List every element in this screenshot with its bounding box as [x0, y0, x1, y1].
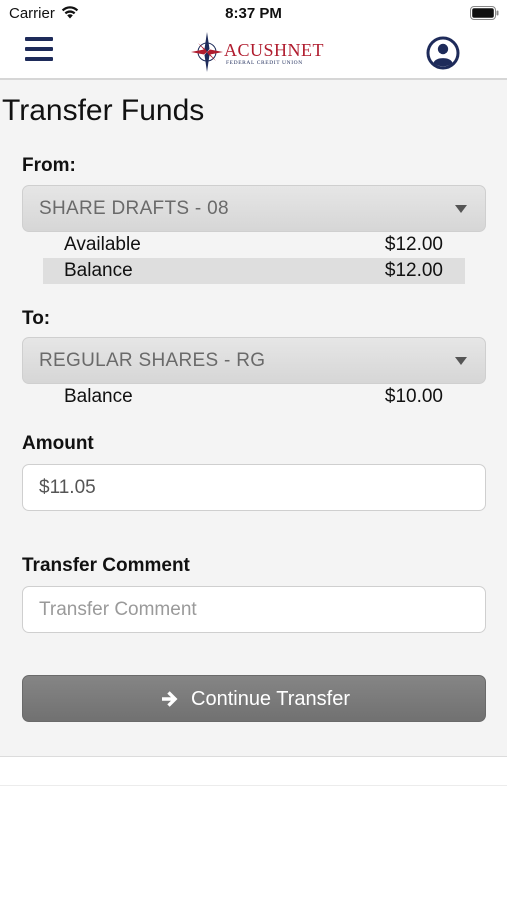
acushnet-logo: ACUSHNET FEDERAL CREDIT UNION	[190, 30, 324, 74]
continue-transfer-label: Continue Transfer	[191, 688, 350, 710]
to-balance-label: Balance	[64, 386, 133, 407]
amount-input[interactable]	[22, 464, 486, 511]
from-label: From:	[22, 155, 76, 176]
logo-text: ACUSHNET	[224, 40, 325, 60]
to-account-value: REGULAR SHARES - RG	[39, 350, 266, 371]
compass-star-icon	[191, 32, 223, 72]
chevron-down-icon	[455, 205, 467, 213]
to-label: To:	[22, 308, 51, 329]
to-balance-row: Balance $10.00	[43, 384, 465, 410]
transfer-form: Transfer Funds From: SHARE DRAFTS - 08 A…	[0, 80, 507, 757]
to-account-select[interactable]: REGULAR SHARES - RG	[22, 337, 486, 384]
status-bar: Carrier 8:37 PM	[0, 0, 507, 28]
from-balance-value: $12.00	[384, 260, 443, 281]
chevron-down-icon	[455, 357, 467, 365]
from-account-select[interactable]: SHARE DRAFTS - 08	[22, 185, 486, 232]
divider	[0, 785, 507, 786]
to-balance-value: $10.00	[384, 386, 443, 407]
logo-subtext: FEDERAL CREDIT UNION	[226, 60, 303, 66]
page-title: Transfer Funds	[2, 94, 205, 127]
arrow-right-icon	[162, 691, 178, 707]
app-header: ACUSHNET FEDERAL CREDIT UNION	[0, 28, 507, 80]
from-available-label: Available	[64, 234, 141, 255]
from-balance-row: Balance $12.00	[43, 258, 465, 284]
hamburger-menu-icon[interactable]	[25, 37, 53, 61]
battery-icon	[470, 6, 499, 20]
from-available-row: Available $12.00	[43, 232, 465, 258]
comment-label: Transfer Comment	[22, 555, 190, 576]
continue-transfer-button[interactable]: Continue Transfer	[22, 675, 486, 722]
from-available-value: $12.00	[384, 234, 443, 255]
from-balance-label: Balance	[64, 260, 133, 281]
from-account-value: SHARE DRAFTS - 08	[39, 198, 229, 219]
transfer-comment-input[interactable]	[22, 586, 486, 633]
user-profile-icon[interactable]	[426, 36, 460, 70]
amount-label: Amount	[22, 433, 94, 454]
status-time: 8:37 PM	[225, 5, 282, 22]
